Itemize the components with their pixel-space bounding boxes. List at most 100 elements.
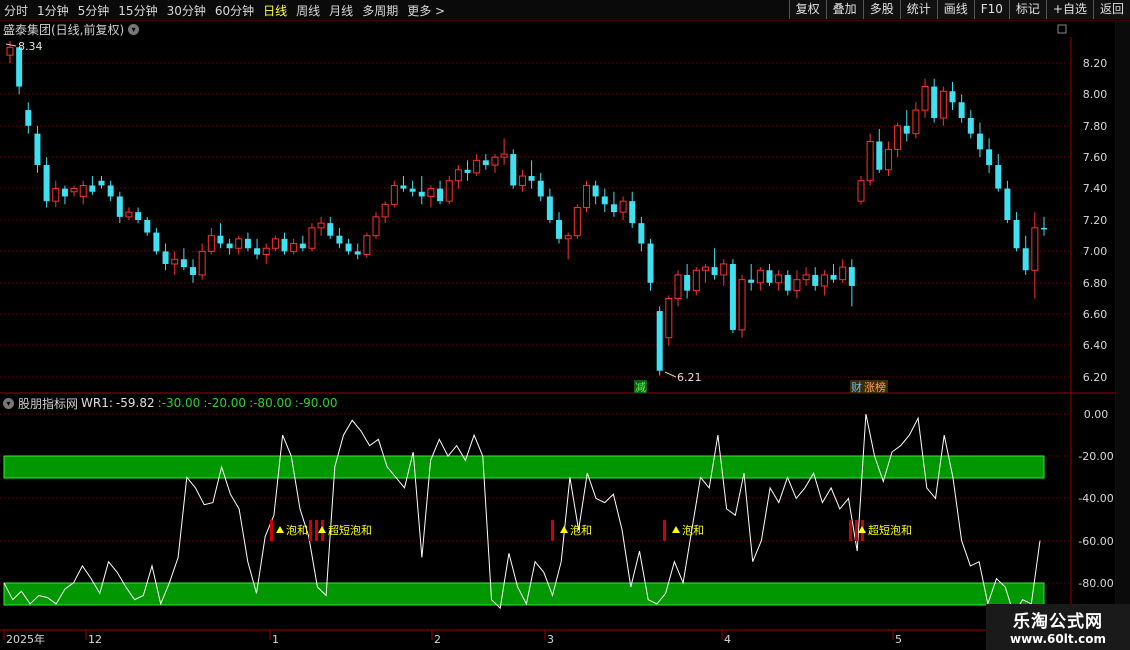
candle-body-up: [171, 258, 179, 265]
signal-triangle-icon: [276, 526, 284, 533]
date-label: 2025年: [6, 632, 45, 646]
candle-body-down: [949, 91, 956, 103]
date-label: 12: [88, 633, 102, 646]
candle-body-down: [610, 204, 617, 213]
candle-body-down: [354, 251, 361, 255]
candle-body-up: [381, 203, 389, 218]
wr-axis-label: -20.00: [1078, 450, 1113, 463]
candle-body-down: [482, 160, 489, 166]
candle-body-down: [116, 196, 123, 217]
candle-body-up: [839, 266, 847, 281]
candle-body-down: [537, 180, 544, 197]
candle-body-down: [711, 267, 718, 275]
candle-body-down: [217, 235, 224, 244]
signal-label: 泡和: [286, 523, 308, 537]
date-label: 3: [547, 633, 554, 646]
candle-body-up: [665, 298, 673, 339]
candle-body-up: [894, 125, 902, 150]
candle-body-up: [500, 153, 508, 158]
candle-body-up: [207, 235, 215, 252]
candle-body-up: [701, 266, 709, 271]
candle-body-down: [400, 185, 407, 189]
candle-body-down: [418, 191, 425, 197]
candle-body-down: [336, 235, 343, 244]
candle-body-down: [986, 149, 993, 166]
candle-body-up: [692, 269, 700, 292]
candle-body-down: [903, 125, 910, 134]
candle-body-down: [190, 267, 197, 275]
candle-body-down: [546, 196, 553, 220]
signal-label: 超短泡和: [868, 523, 912, 537]
signal-bar: [849, 520, 852, 541]
candle-body-down: [784, 274, 791, 291]
candle-body-up: [939, 90, 947, 119]
candle-body-up: [738, 279, 746, 331]
candle-body-up: [1031, 227, 1039, 271]
candle-body-up: [290, 243, 298, 252]
candle-body-down: [656, 311, 663, 371]
candle-body-up: [866, 141, 874, 182]
right-scroll-panel[interactable]: [1115, 21, 1130, 631]
candle-body-up: [454, 169, 462, 182]
wr-axis-label: -60.00: [1078, 535, 1113, 548]
candle-body-down: [967, 117, 974, 134]
signal-triangle-icon: [318, 526, 326, 533]
candle-body-down: [638, 223, 645, 244]
date-label: 4: [724, 633, 731, 646]
candle-body-down: [89, 185, 96, 192]
candle-body-down: [144, 220, 151, 233]
candle-body-down: [647, 243, 654, 283]
candle-body-down: [1004, 188, 1011, 220]
candle-body-down: [299, 243, 306, 249]
watermark-url: www.60lt.com: [1009, 632, 1107, 646]
candle-body-down: [409, 188, 416, 192]
price-axis-label: 7.20: [1083, 214, 1108, 227]
candle-body-up: [573, 206, 581, 237]
candle-body-down: [153, 232, 160, 252]
signal-label: 超短泡和: [328, 523, 372, 537]
candle-body-up: [564, 235, 572, 240]
candle-body-up: [884, 148, 892, 171]
candle-body-up: [235, 238, 243, 249]
wr-axis-label: 0.00: [1084, 408, 1109, 421]
high-price-pointer: [5, 43, 17, 47]
date-label: 5: [895, 633, 902, 646]
candle-body-down: [729, 263, 736, 330]
candle-body-down: [244, 238, 251, 249]
signal-triangle-icon: [672, 526, 680, 533]
price-axis-label: 6.20: [1083, 371, 1108, 384]
signal-bar: [309, 520, 312, 541]
candle-body-down: [556, 220, 563, 239]
signal-bar: [315, 520, 318, 541]
candle-body-up: [775, 274, 783, 284]
candle-body-down: [528, 176, 535, 181]
chart-area[interactable]: 泡和 超短泡和 泡和 泡和 超短泡和 8.20 8.00 7.80 7.60 7.40 7.20 7…: [0, 0, 1130, 650]
candle-body-up: [390, 184, 398, 205]
low-price-label: 6.21: [677, 371, 702, 384]
candle-body-down: [345, 243, 352, 252]
signal-label: 泡和: [570, 523, 592, 537]
candle-body-down: [931, 86, 938, 118]
candle-body-down: [61, 188, 68, 197]
watermark-title: 乐淘公式网: [1013, 612, 1103, 632]
candle-body-up: [473, 159, 481, 174]
candle-body-down: [437, 188, 444, 202]
candle-body-down: [281, 238, 288, 252]
candle-body-up: [52, 188, 60, 202]
low-price-pointer: [664, 371, 677, 378]
date-label: 2: [434, 633, 441, 646]
candle-body-up: [125, 211, 133, 218]
price-axis-label: 8.00: [1083, 88, 1108, 101]
candle-body-down: [98, 180, 105, 186]
candle-body-down: [16, 47, 23, 87]
candle-body-down: [1041, 227, 1047, 230]
date-label: 1: [272, 633, 279, 646]
candle-body-down: [180, 259, 187, 268]
candle-body-down: [43, 165, 50, 202]
candle-body-down: [226, 243, 233, 249]
wr-axis-label: -80.00: [1078, 577, 1113, 590]
candle-body-up: [582, 184, 590, 208]
badge-left: 减: [635, 381, 646, 394]
watermark: 乐淘公式网 www.60lt.com: [986, 604, 1130, 650]
candle-body-down: [684, 274, 691, 291]
